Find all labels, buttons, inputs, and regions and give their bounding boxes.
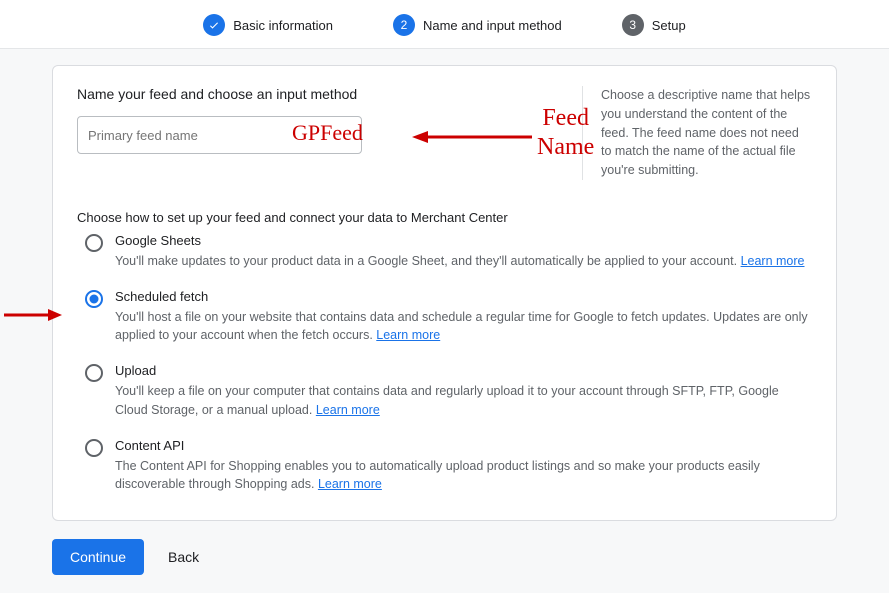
step-number-icon: 2 [393,14,415,36]
option-desc: You'll host a file on your website that … [115,308,812,346]
option-desc: You'll keep a file on your computer that… [115,382,812,420]
step-number-icon: 3 [622,14,644,36]
step-basic-info: Basic information [203,14,333,36]
input-method-options: Google Sheets You'll make updates to you… [77,233,812,494]
step-label: Setup [652,18,686,33]
back-button[interactable]: Back [162,548,205,566]
radio-icon[interactable] [85,364,103,382]
radio-icon[interactable] [85,234,103,252]
learn-more-link[interactable]: Learn more [318,477,382,491]
learn-more-link[interactable]: Learn more [376,328,440,342]
card-heading: Name your feed and choose an input metho… [77,86,562,102]
option-scheduled-fetch[interactable]: Scheduled fetch You'll host a file on yo… [85,289,812,346]
feed-card: Name your feed and choose an input metho… [52,65,837,521]
option-upload[interactable]: Upload You'll keep a file on your comput… [85,363,812,420]
option-content-api[interactable]: Content API The Content API for Shopping… [85,438,812,495]
radio-icon[interactable] [85,290,103,308]
option-google-sheets[interactable]: Google Sheets You'll make updates to you… [85,233,812,271]
feed-name-input[interactable] [77,116,362,154]
page-body: Name your feed and choose an input metho… [0,49,889,593]
stepper: Basic information 2 Name and input metho… [0,0,889,49]
check-icon [203,14,225,36]
step-name-input: 2 Name and input method [393,14,562,36]
learn-more-link[interactable]: Learn more [741,254,805,268]
option-title: Google Sheets [115,233,812,248]
option-desc: You'll make updates to your product data… [115,252,812,271]
learn-more-link[interactable]: Learn more [316,403,380,417]
step-setup: 3 Setup [622,14,686,36]
option-title: Content API [115,438,812,453]
continue-button[interactable]: Continue [52,539,144,575]
annotation-arrow-feed [412,130,532,144]
option-title: Scheduled fetch [115,289,812,304]
option-title: Upload [115,363,812,378]
radio-icon[interactable] [85,439,103,457]
action-row: Continue Back [52,539,837,575]
option-desc: The Content API for Shopping enables you… [115,457,812,495]
step-label: Name and input method [423,18,562,33]
step-label: Basic information [233,18,333,33]
help-text: Choose a descriptive name that helps you… [582,86,812,180]
sub-heading: Choose how to set up your feed and conne… [77,210,812,225]
